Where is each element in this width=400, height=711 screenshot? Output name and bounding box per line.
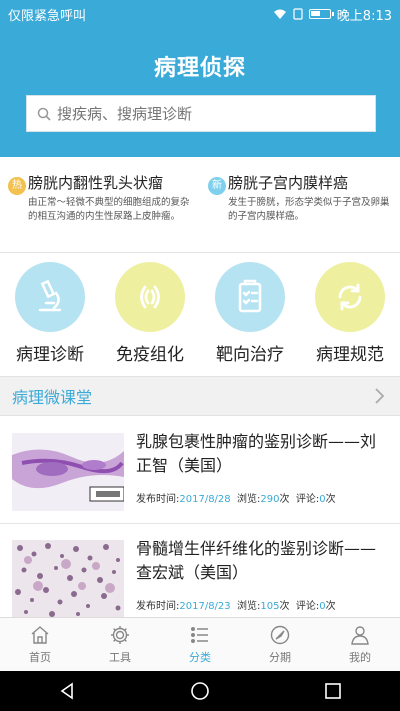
section-title: 病理微课堂 (12, 388, 93, 407)
category-targeted-therapy[interactable]: 靶向治疗 (200, 262, 300, 370)
search-box[interactable] (26, 95, 376, 132)
news-title: 膀胱子宫内膜样癌 (228, 174, 349, 192)
tab-tools[interactable]: 工具 (80, 618, 160, 671)
list-icon (190, 626, 208, 644)
category-pathology-standards[interactable]: 病理规范 (300, 262, 400, 370)
comments-unit: 次 (325, 601, 336, 612)
divider (0, 252, 400, 253)
gear-icon (111, 626, 129, 644)
compass-icon (270, 625, 290, 645)
article-title: 骨髓增生伴纤维化的鉴别诊断——查宏斌（美国） (136, 539, 377, 582)
news-title: 膀胱内翻性乳头状瘤 (28, 174, 164, 192)
article-title: 乳腺包裹性肿瘤的鉴别诊断——刘正智（美国） (136, 432, 377, 475)
views-value: 105 (260, 601, 280, 612)
tab-staging[interactable]: 分期 (240, 618, 320, 671)
home-button-icon[interactable] (190, 681, 210, 701)
comments-unit: 次 (325, 494, 336, 505)
category-pathology-diagnosis[interactable]: 病理诊断 (0, 262, 100, 370)
category-immunohistochemistry[interactable]: 免疫组化 (100, 262, 200, 370)
microscope-icon (15, 262, 85, 332)
tab-label: 首页 (29, 651, 51, 664)
refresh-icon (315, 262, 385, 332)
search-icon (37, 107, 51, 121)
carrier-text: 仅限紧急呼叫 (8, 8, 87, 24)
article-thumbnail (12, 540, 124, 618)
article-meta: 发布时间:2017/8/23 浏览:105次 评论:0次 (136, 597, 336, 612)
category-label: 靶向治疗 (216, 345, 284, 365)
search-input[interactable] (57, 104, 347, 123)
category-label: 病理诊断 (16, 345, 84, 365)
checklist-icon (215, 262, 285, 332)
status-icons: 晚上8:13 (273, 5, 392, 24)
category-label: 病理规范 (316, 345, 384, 365)
news-desc: 由正常～轻微不典型的细胞组成的复杂的相互沟通的内生性尿路上皮肿瘤。 (28, 197, 190, 222)
date-label: 发布时间: (136, 601, 180, 612)
news-highlights: 热 膀胱内翻性乳头状瘤 由正常～轻微不典型的细胞组成的复杂的相互沟通的内生性尿路… (0, 165, 400, 250)
system-nav-bar (0, 671, 400, 711)
app-title: 病理侦探 (153, 56, 246, 81)
news-desc: 发生于膀胱，形态学类似于子宫及卵巢的子宫内膜样癌。 (228, 197, 390, 222)
sim-icon (293, 8, 303, 20)
app-header: 病理侦探 (0, 28, 400, 157)
category-grid: 病理诊断 免疫组化 靶向治疗 病理规范 (0, 262, 400, 370)
category-label: 免疫组化 (116, 345, 184, 365)
divider (0, 523, 400, 524)
tab-label: 工具 (109, 651, 131, 664)
views-label: 浏览: (237, 494, 261, 505)
article-thumbnail (12, 433, 124, 511)
clock-text: 晚上8:13 (336, 8, 392, 24)
date-value: 2017/8/28 (179, 494, 231, 505)
views-label: 浏览: (237, 601, 261, 612)
date-value: 2017/8/23 (179, 601, 231, 612)
user-icon (351, 626, 369, 645)
antibody-icon (115, 262, 185, 332)
home-icon (31, 626, 49, 644)
tab-categories[interactable]: 分类 (160, 618, 240, 671)
views-value: 290 (260, 494, 280, 505)
news-item-hot[interactable]: 热 膀胱内翻性乳头状瘤 由正常～轻微不典型的细胞组成的复杂的相互沟通的内生性尿路… (0, 165, 200, 250)
article-item[interactable]: 乳腺包裹性肿瘤的鉴别诊断——刘正智（美国） 发布时间:2017/8/28 浏览:… (0, 418, 400, 522)
tab-label: 分类 (189, 651, 211, 664)
comments-label: 评论: (295, 601, 320, 612)
hot-badge: 热 (8, 177, 26, 195)
tab-label: 我的 (349, 651, 371, 664)
back-icon[interactable] (57, 681, 77, 701)
tab-home[interactable]: 首页 (0, 618, 80, 671)
date-label: 发布时间: (136, 494, 180, 505)
views-unit: 次 (279, 601, 290, 612)
tab-mine[interactable]: 我的 (320, 618, 400, 671)
comments-label: 评论: (295, 494, 320, 505)
micro-class-header[interactable]: 病理微课堂 (0, 376, 400, 416)
news-item-new[interactable]: 新 膀胱子宫内膜样癌 发生于膀胱，形态学类似于子宫及卵巢的子宫内膜样癌。 (200, 165, 400, 250)
recents-icon[interactable] (323, 681, 343, 701)
status-bar: 仅限紧急呼叫 晚上8:13 (0, 0, 400, 28)
new-badge: 新 (208, 177, 226, 195)
chevron-right-icon (375, 388, 385, 404)
battery-icon (308, 9, 334, 19)
views-unit: 次 (279, 494, 290, 505)
article-item[interactable]: 骨髓增生伴纤维化的鉴别诊断——查宏斌（美国） 发布时间:2017/8/23 浏览… (0, 525, 400, 629)
wifi-icon (273, 9, 286, 19)
article-meta: 发布时间:2017/8/28 浏览:290次 评论:0次 (136, 490, 336, 505)
tab-label: 分期 (269, 651, 291, 664)
bottom-tab-bar: 首页 工具 分类 分期 我的 (0, 617, 400, 671)
